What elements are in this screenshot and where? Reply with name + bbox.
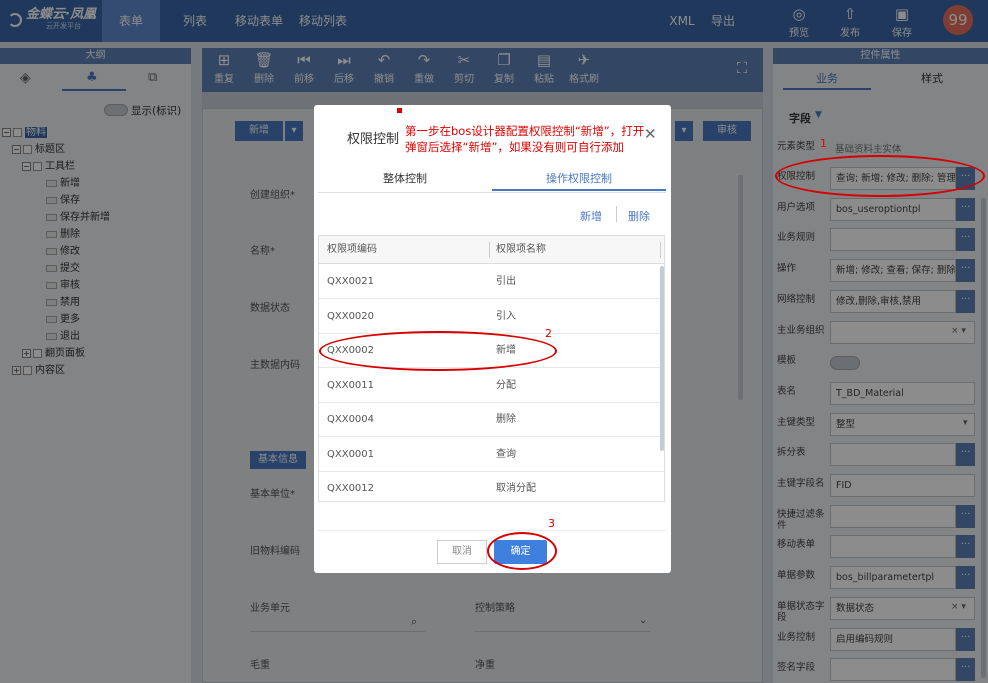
column-header-code: 权限项编码 <box>327 244 377 255</box>
table-row[interactable]: QXX0011 分配 <box>319 369 664 403</box>
column-divider <box>489 242 490 258</box>
permission-name: 取消分配 <box>496 483 536 494</box>
column-header-name: 权限项名称 <box>496 244 546 255</box>
cancel-button[interactable]: 取消 <box>437 540 487 564</box>
table-row[interactable]: QXX0020 引入 <box>319 300 664 334</box>
close-icon[interactable]: ✕ <box>644 125 657 143</box>
annotation-note-line2: 弹窗后选择“新增”，如果没有则可自行添加 <box>405 140 624 154</box>
link-divider <box>616 206 617 222</box>
highlight-ring-ok-button <box>487 532 557 570</box>
dialog-title: 权限控制 <box>347 132 400 147</box>
delete-permission-link[interactable]: 删除 <box>628 208 650 224</box>
permission-code: QXX0011 <box>327 379 375 391</box>
permission-name: 删除 <box>496 414 516 425</box>
permission-code: QXX0020 <box>327 310 375 322</box>
annotation-marker-3: 3 <box>548 517 555 530</box>
permission-name: 分配 <box>496 379 516 391</box>
table-row[interactable]: QXX0021 引出 <box>319 265 664 299</box>
permission-code: QXX0001 <box>327 448 375 460</box>
table-row[interactable]: QXX0012 取消分配 <box>319 472 664 501</box>
footer-divider <box>318 530 666 531</box>
annotation-marker-1: 1 <box>820 137 827 150</box>
table-row[interactable]: QXX0004 删除 <box>319 403 664 437</box>
annotation-dot <box>397 108 402 113</box>
permission-code: QXX0012 <box>327 483 375 494</box>
tab-divider <box>318 192 666 193</box>
add-permission-link[interactable]: 新增 <box>580 208 602 224</box>
permission-name: 查询 <box>496 448 516 460</box>
table-row[interactable]: QXX0001 查询 <box>319 438 664 472</box>
highlight-ring-permission-field <box>775 155 985 197</box>
column-divider <box>660 242 661 258</box>
permission-code: QXX0004 <box>327 414 375 425</box>
annotation-note-line1: 第一步在bos设计器配置权限控制“新增”，打开 <box>405 124 645 138</box>
permission-code: QXX0021 <box>327 276 375 287</box>
highlight-ring-add-row <box>319 331 557 371</box>
table-header: 权限项编码 权限项名称 <box>319 236 664 264</box>
table-scrollbar[interactable] <box>660 266 664 451</box>
tab-overall-control[interactable]: 整体控制 <box>318 167 492 191</box>
permission-name: 引出 <box>496 276 516 287</box>
tab-operation-permission[interactable]: 操作权限控制 <box>492 167 666 191</box>
permission-name: 引入 <box>496 310 516 322</box>
annotation-marker-2: 2 <box>545 327 552 340</box>
